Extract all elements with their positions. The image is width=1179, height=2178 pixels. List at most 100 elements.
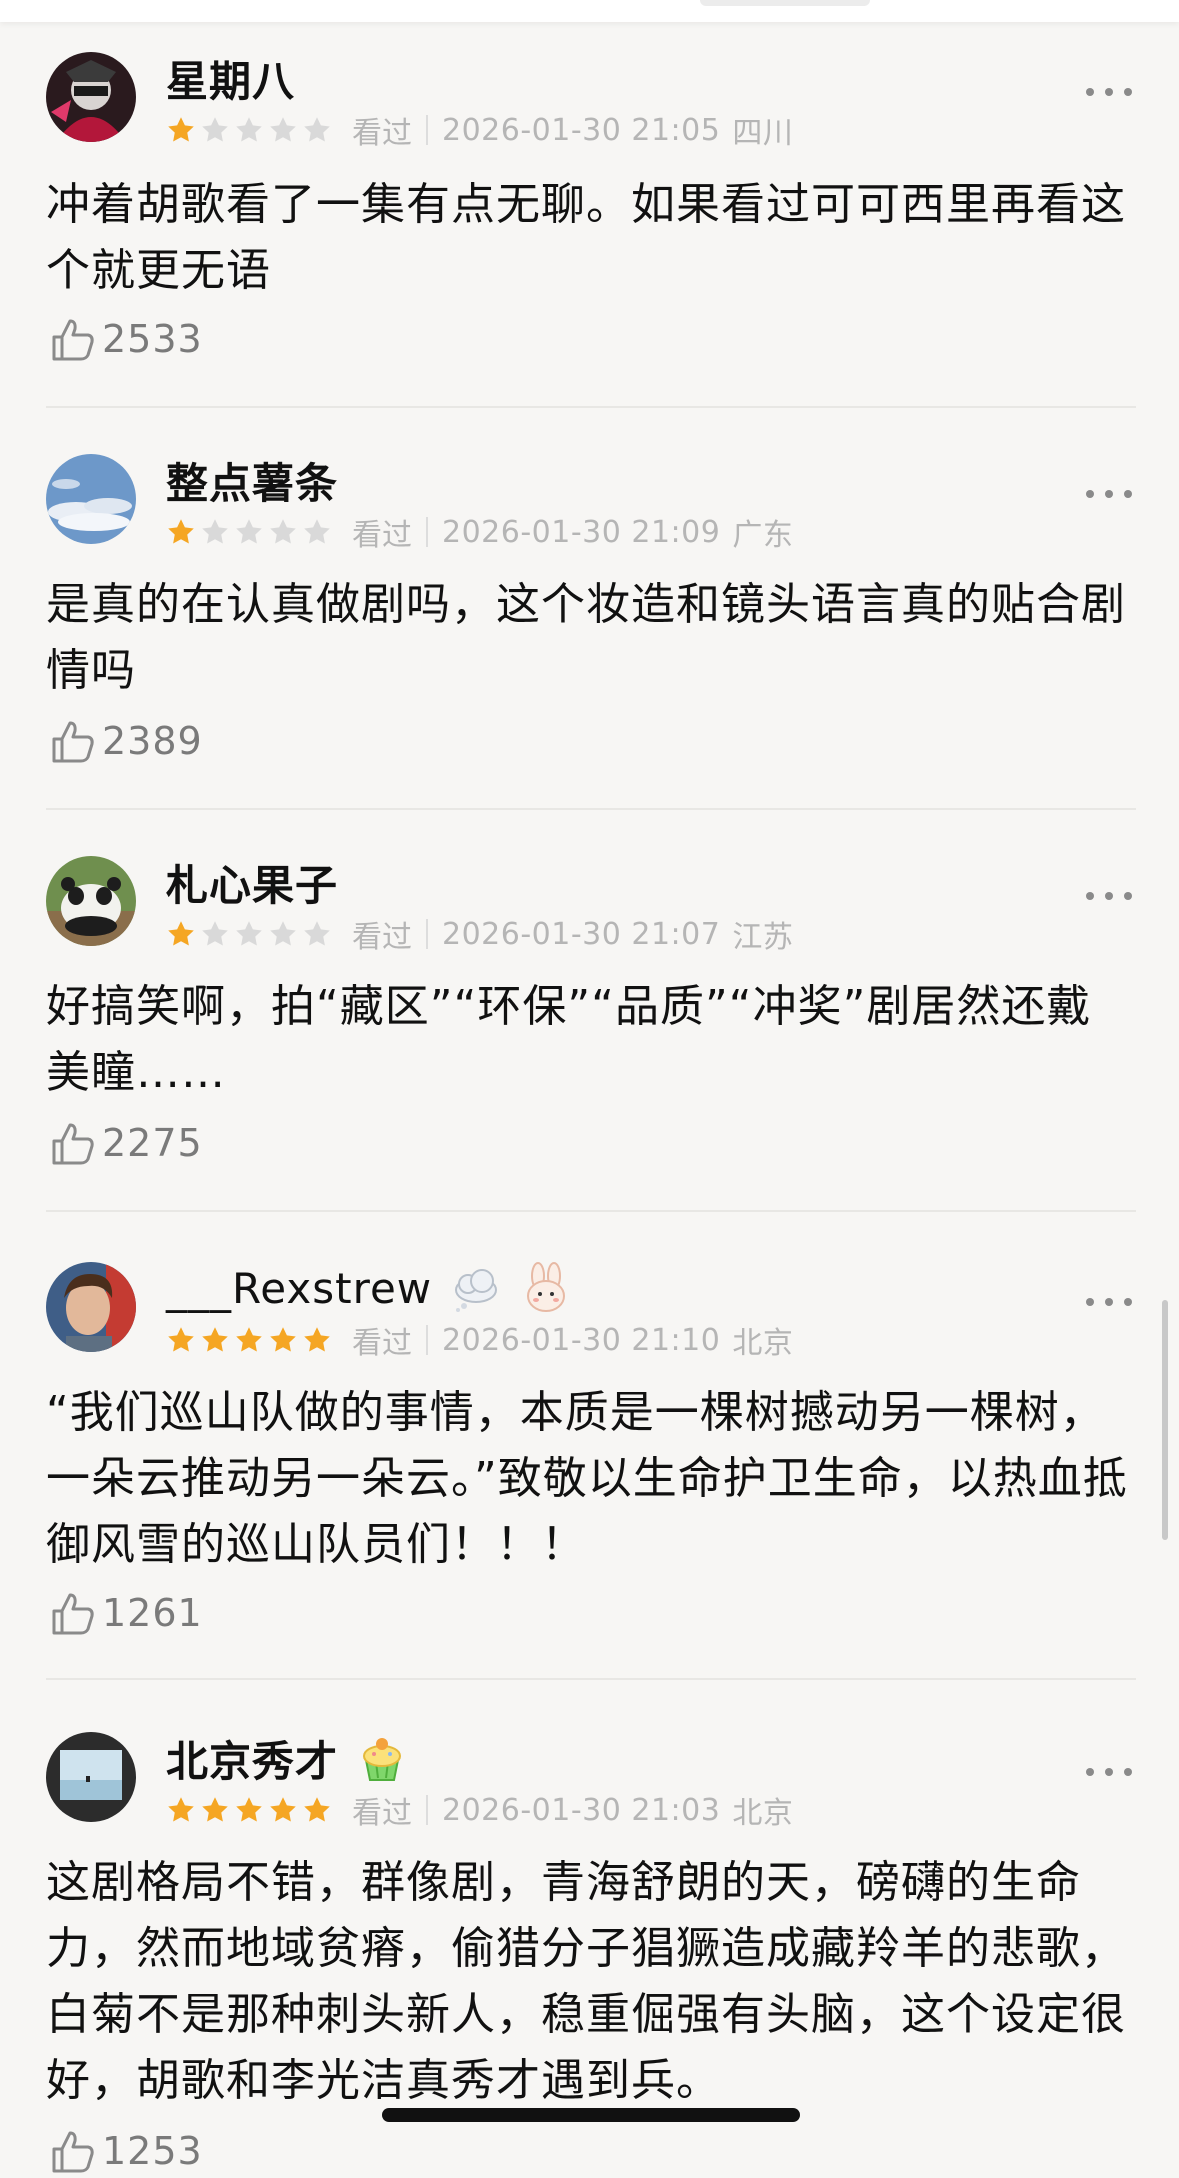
user-name-row: ___Rexstrew [166,1258,572,1318]
comment-meta: 看过 2026-01-30 21:10 北京 [166,1320,793,1361]
star-empty-icon [270,921,296,946]
star-empty-icon [202,921,228,946]
more-dot [1124,1768,1132,1776]
more-options-button[interactable] [1086,890,1132,902]
user-name[interactable]: ___Rexstrew [166,1264,432,1313]
comment-datetime: 2026-01-30 21:03 [442,1792,721,1828]
star-empty-icon [270,519,296,544]
comment-datetime: 2026-01-30 21:07 [442,916,721,952]
comment-text: “我们巡山队做的事情，本质是一棵树撼动另一棵树，一朵云推动另一朵云。”致敬以生命… [46,1387,1128,1570]
more-options-button[interactable] [1086,1766,1132,1778]
like-count: 2389 [102,719,203,763]
comment-meta: 看过 2026-01-30 21:09 广东 [166,512,794,553]
like-button[interactable]: 1253 [48,2124,203,2178]
like-button[interactable]: 1261 [48,1586,203,1640]
user-name[interactable]: 札心果子 [166,852,338,913]
comment-card: 整点薯条 看过 2026-01-30 21:09 广东 是真的在认真做剧吗，这个… [0,402,1179,812]
more-dot [1086,88,1094,96]
rating-stars [166,1325,336,1355]
star-empty-icon [304,117,330,142]
star-empty-icon [236,921,262,946]
comment-location: 江苏 [732,920,794,955]
comment-meta: 看过 2026-01-30 21:07 江苏 [166,914,794,955]
more-dot [1124,490,1132,498]
more-dot [1086,490,1094,498]
meta-separator [426,115,428,145]
comment-datetime: 2026-01-30 21:09 [442,514,721,550]
like-button[interactable]: 2533 [48,312,203,366]
more-dot [1086,892,1094,900]
rating-stars [166,1795,336,1825]
more-dot [1105,1298,1113,1306]
thumbs-up-icon [52,1593,94,1635]
user-name[interactable]: 星期八 [166,48,295,109]
thumbs-up-icon [52,319,94,361]
like-count: 1261 [102,1591,203,1635]
comment-card: 北京秀才 看过 2026-01-30 21:03 北京 这剧格局不错，群像剧，青… [0,1680,1179,2173]
star-filled-icon [304,1797,330,1822]
more-dot [1124,892,1132,900]
avatar[interactable] [46,1732,136,1822]
comment-text: 冲着胡歌看了一集有点无聊。如果看过可可西里再看这个就更无语 [46,179,1126,296]
user-name[interactable]: 整点薯条 [166,450,338,511]
more-dot [1105,892,1113,900]
cupcake-badge-icon [363,1738,402,1781]
star-filled-icon [168,921,194,946]
comment-text: 好搞笑啊，拍“藏区”“环保”“品质”“冲奖”剧居然还戴美瞳…… [46,981,1092,1098]
more-options-button[interactable] [1086,1296,1132,1308]
user-name[interactable]: 北京秀才 [166,1728,338,1789]
like-count: 2533 [102,317,203,361]
star-empty-icon [202,519,228,544]
star-filled-icon [202,1797,228,1822]
comment-location: 四川 [732,116,794,151]
meta-separator [426,1325,428,1355]
watch-status: 看过 [352,116,412,151]
home-indicator[interactable] [382,2108,800,2122]
avatar[interactable] [46,1262,136,1352]
star-filled-icon [270,1327,296,1352]
avatar[interactable] [46,52,136,142]
star-empty-icon [236,117,262,142]
comment-text: 是真的在认真做剧吗，这个妆造和镜头语言真的贴合剧情吗 [46,579,1126,696]
cloud-badge-icon [455,1269,498,1312]
star-filled-icon [304,1327,330,1352]
avatar[interactable] [46,856,136,946]
thumbs-up-icon [52,721,94,763]
like-button[interactable]: 2275 [48,1116,203,1170]
meta-separator [426,1795,428,1825]
more-options-button[interactable] [1086,488,1132,500]
star-filled-icon [168,117,194,142]
watch-status: 看过 [352,518,412,553]
user-name-row: 整点薯条 [166,450,338,510]
avatar[interactable] [46,454,136,544]
star-filled-icon [236,1327,262,1352]
star-empty-icon [270,117,296,142]
comment-location: 北京 [732,1796,794,1831]
star-filled-icon [202,1327,228,1352]
more-dot [1124,1298,1132,1306]
watch-status: 看过 [352,1326,412,1361]
comment-location: 广东 [732,518,794,553]
more-dot [1124,88,1132,96]
rating-stars [166,517,336,547]
star-filled-icon [236,1797,262,1822]
star-filled-icon [270,1797,296,1822]
more-dot [1086,1298,1094,1306]
meta-separator [426,517,428,547]
star-empty-icon [304,921,330,946]
comment-text: 这剧格局不错，群像剧，青海舒朗的天，磅礴的生命力，然而地域贫瘠，偷猎分子猖獗造成… [46,1857,1126,2106]
user-name-row: 札心果子 [166,852,338,912]
comment-card: ___Rexstrew 看过 2026-01-30 21:10 北京 “我们巡山… [0,1210,1179,1680]
more-dot [1105,88,1113,96]
scrollbar[interactable] [1162,1300,1168,1540]
like-button[interactable]: 2389 [48,714,203,768]
rating-stars [166,919,336,949]
more-dot [1086,1768,1094,1776]
star-filled-icon [168,519,194,544]
more-options-button[interactable] [1086,86,1132,98]
comment-card: 星期八 看过 2026-01-30 21:05 四川 冲着胡歌看了一集有点无聊。… [0,0,1179,410]
bunny-badge-icon [527,1262,566,1312]
watch-status: 看过 [352,1796,412,1831]
like-count: 1253 [102,2129,203,2173]
star-filled-icon [168,1327,194,1352]
